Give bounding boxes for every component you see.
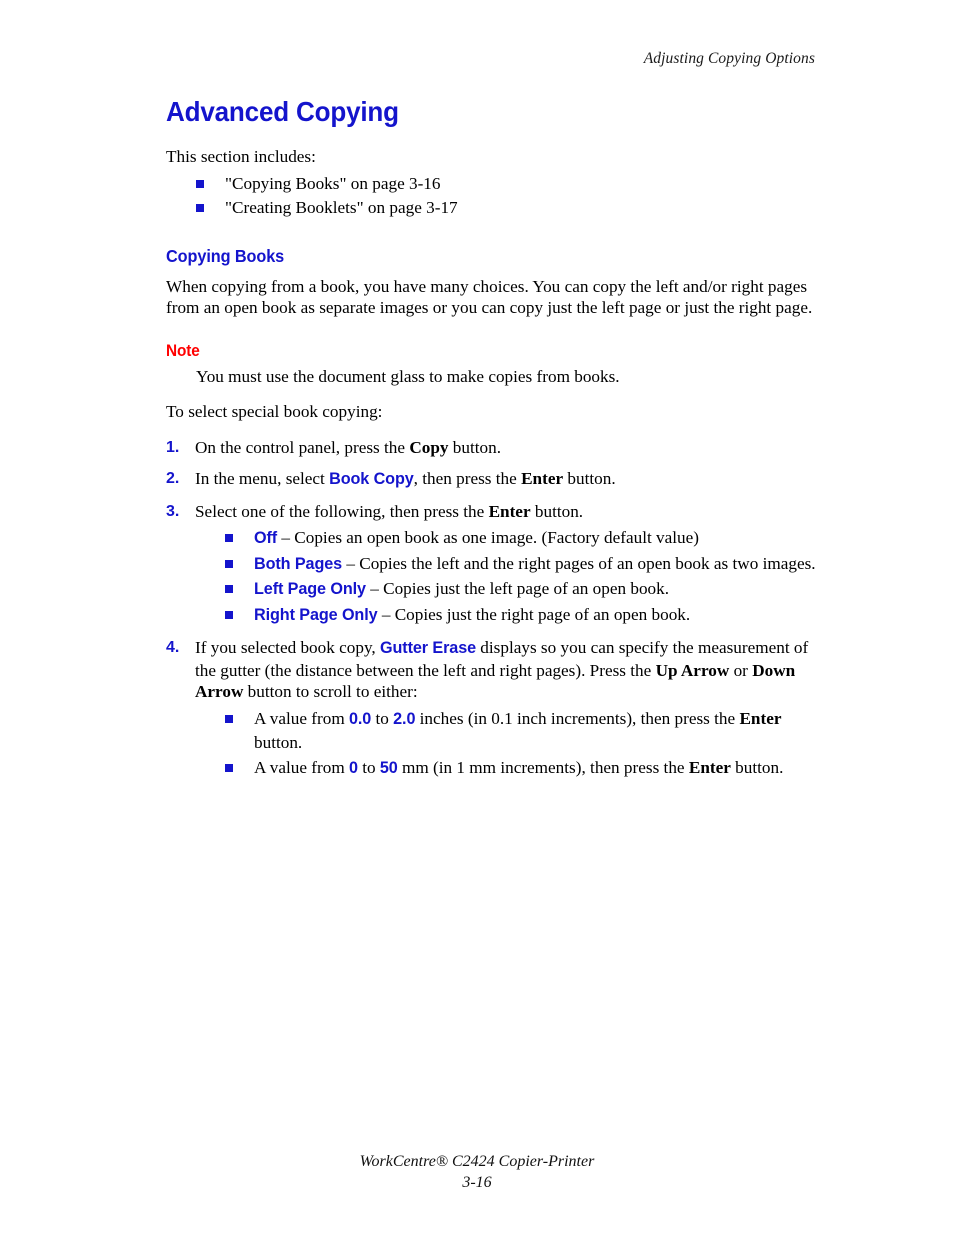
- toc-list-item[interactable]: "Creating Booklets" on page 3-17: [196, 196, 818, 220]
- toc-list: "Copying Books" on page 3-16 "Creating Bo…: [196, 172, 818, 220]
- toc-link-text[interactable]: "Creating Booklets" on page 3-17: [225, 198, 458, 217]
- value-list-item[interactable]: A value from 0 to 50 mm (in 1 mm increme…: [225, 756, 818, 781]
- square-bullet-icon: [225, 585, 233, 593]
- body-text-run: to: [357, 757, 380, 777]
- step-number: 1.: [166, 438, 180, 456]
- ui-control-name: 2.0: [393, 709, 416, 728]
- body-text-run: mm (in 1 mm increments), then press the: [397, 757, 689, 777]
- option-list-item[interactable]: Off – Copies an open book as one image. …: [225, 526, 818, 551]
- section-heading-copying-books: Copying Books: [166, 245, 285, 266]
- hardware-button-name: Enter: [688, 757, 731, 777]
- step-number: 3.: [166, 502, 180, 520]
- footer-page-number: 3-16: [462, 1174, 492, 1191]
- body-text-run: A value from: [254, 757, 349, 777]
- hardware-button-name: Up Arrow: [655, 660, 730, 680]
- step-text: If you selected book copy, Gutter Erase …: [195, 638, 808, 701]
- body-text-run: , then press the: [413, 469, 522, 488]
- square-bullet-icon: [196, 179, 204, 188]
- value-list-item[interactable]: A value from 0.0 to 2.0 inches (in 0.1 i…: [225, 707, 818, 755]
- body-text-run: A value from: [254, 708, 349, 728]
- page-title: Advanced Copying: [166, 96, 399, 127]
- body-text-run: – Copies just the left page of an open b…: [365, 579, 670, 598]
- body-text-run: button.: [254, 733, 303, 752]
- body-text-run: On the control panel, press the: [195, 437, 410, 457]
- body-text-run: – Copies the left and the right pages of…: [342, 553, 816, 573]
- note-label: Note: [166, 341, 200, 360]
- square-bullet-icon: [225, 610, 233, 619]
- procedure-step: 3. Select one of the following, then pres…: [166, 501, 818, 628]
- document-page: Adjusting Copying Options Advanced Copyi…: [0, 0, 954, 1235]
- ui-control-name: Left Page Only: [254, 580, 366, 598]
- note-text: You must use the document glass to make …: [196, 366, 620, 386]
- ui-control-name: Book Copy: [329, 470, 414, 488]
- body-text-run: – Copies an open book as one image. (Fac…: [277, 528, 700, 547]
- step-option-list: Off – Copies an open book as one image. …: [225, 526, 818, 627]
- square-bullet-icon: [225, 559, 233, 568]
- step-text: Select one of the following, then press …: [195, 502, 583, 521]
- square-bullet-icon: [225, 763, 233, 772]
- option-list-item[interactable]: Left Page Only – Copies just the left pa…: [225, 577, 818, 602]
- square-bullet-icon: [225, 534, 233, 542]
- body-text-run: – Copies just the right page of an open …: [377, 604, 691, 624]
- procedure-step: 1. On the control panel, press the Copy b…: [166, 437, 818, 459]
- option-list-item[interactable]: Right Page Only – Copies just the right …: [225, 603, 818, 628]
- body-text-run: button.: [563, 469, 616, 488]
- section-intro-text: This section includes:: [166, 147, 316, 166]
- body-text-run: or: [729, 660, 753, 680]
- square-bullet-icon: [225, 714, 233, 723]
- hardware-button-name: Enter: [488, 501, 531, 521]
- body-text-run: button to scroll to either:: [243, 682, 418, 701]
- ui-control-name: Right Page Only: [254, 605, 378, 624]
- body-text-run: inches (in 0.1 inch increments), then pr…: [415, 708, 740, 728]
- hardware-button-name: Copy: [409, 437, 449, 457]
- ui-control-name: 0.0: [348, 709, 372, 728]
- hardware-button-name: Enter: [739, 708, 782, 728]
- ui-control-name: Gutter Erase: [380, 639, 476, 657]
- procedure-step: 4. If you selected book copy, Gutter Eras…: [166, 637, 818, 780]
- ui-control-name: 0: [348, 758, 358, 777]
- body-text-run: In the menu, select: [195, 469, 330, 488]
- procedure-intro: To select special book copying:: [166, 402, 383, 421]
- body-text-run: button.: [730, 757, 784, 777]
- toc-link-text[interactable]: "Copying Books" on page 3-16: [225, 174, 441, 193]
- ui-control-name: Off: [254, 529, 278, 547]
- option-list-item[interactable]: Both Pages – Copies the left and the rig…: [225, 552, 818, 577]
- step-number: 4.: [166, 639, 180, 656]
- toc-list-item[interactable]: "Copying Books" on page 3-16: [196, 172, 818, 196]
- hardware-button-name: Enter: [521, 469, 564, 488]
- footer-product-name: WorkCentre® C2424 Copier-Printer: [359, 1153, 595, 1170]
- procedure-steps: 1. On the control panel, press the Copy b…: [166, 437, 818, 781]
- page-content: Advanced Copying This section includes: …: [166, 96, 818, 790]
- running-header: Adjusting Copying Options: [643, 50, 815, 67]
- ui-control-name: Both Pages: [254, 554, 343, 573]
- body-text-run: button.: [448, 437, 502, 457]
- body-text-run: button.: [530, 501, 584, 521]
- step-value-list: A value from 0.0 to 2.0 inches (in 0.1 i…: [225, 707, 818, 781]
- body-text-run: to: [371, 708, 394, 728]
- body-text-run: Select one of the following, then press …: [195, 501, 489, 521]
- step-text: In the menu, select Book Copy, then pres…: [195, 469, 616, 488]
- step-text: On the control panel, press the Copy but…: [195, 438, 501, 457]
- body-text-run: If you selected book copy,: [195, 638, 381, 657]
- step-number: 2.: [166, 470, 180, 487]
- procedure-step: 2. In the menu, select Book Copy, then pr…: [166, 468, 818, 491]
- section-paragraph: When copying from a book, you have many …: [166, 276, 813, 318]
- page-footer: WorkCentre® C2424 Copier-Printer 3-16: [0, 1151, 954, 1193]
- square-bullet-icon: [196, 204, 204, 212]
- ui-control-name: 50: [379, 758, 398, 777]
